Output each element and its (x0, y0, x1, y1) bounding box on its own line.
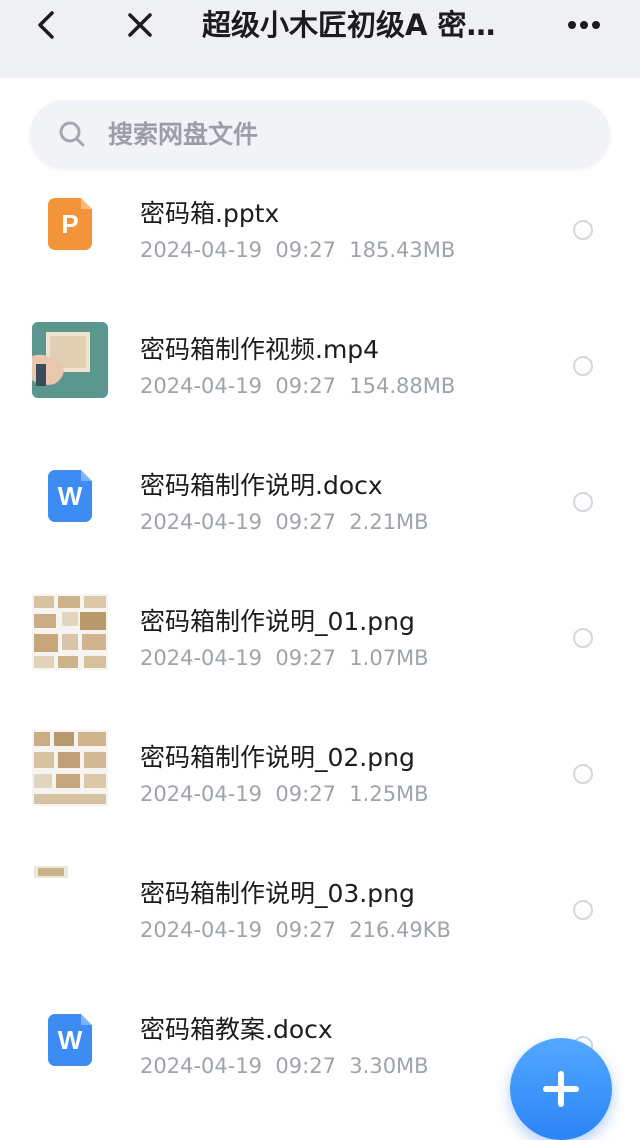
file-name: 密码箱制作说明_02.png (140, 743, 415, 772)
top-bar: 超级小木匠初级A 密… (0, 0, 640, 78)
select-radio[interactable] (573, 492, 593, 512)
file-meta: 2024-04-19 09:27 216.49KB (140, 918, 451, 942)
file-size: 154.88MB (349, 374, 456, 398)
file-meta: 2024-04-19 09:27 3.30MB (140, 1054, 429, 1078)
file-row[interactable]: 密码箱制作说明_01.png 2024-04-19 09:27 1.07MB (0, 588, 640, 724)
video-thumbnail (32, 322, 108, 398)
file-row[interactable]: P 密码箱.pptx 2024-04-19 09:27 185.43MB (0, 180, 640, 316)
more-horizontal-icon (568, 21, 600, 29)
file-meta: 2024-04-19 09:27 1.07MB (140, 646, 429, 670)
file-time: 09:27 (275, 918, 336, 942)
file-time: 09:27 (275, 782, 336, 806)
file-date: 2024-04-19 (140, 646, 263, 670)
file-name: 密码箱制作说明_01.png (140, 607, 415, 636)
more-button[interactable] (556, 0, 612, 50)
image-thumbnail (32, 594, 108, 670)
file-size: 1.25MB (349, 782, 429, 806)
file-date: 2024-04-19 (140, 782, 263, 806)
close-button[interactable] (116, 0, 164, 50)
file-date: 2024-04-19 (140, 918, 263, 942)
select-radio[interactable] (573, 900, 593, 920)
file-size: 1.07MB (349, 646, 429, 670)
file-time: 09:27 (275, 1054, 336, 1078)
select-radio[interactable] (573, 220, 593, 240)
file-date: 2024-04-19 (140, 374, 263, 398)
file-name: 密码箱制作说明.docx (140, 471, 383, 500)
file-size: 3.30MB (349, 1054, 429, 1078)
search-icon (58, 120, 86, 148)
close-icon (128, 13, 152, 37)
file-date: 2024-04-19 (140, 238, 263, 262)
file-name: 密码箱教案.docx (140, 1015, 333, 1044)
image-thumbnail (32, 866, 108, 942)
file-size: 2.21MB (349, 510, 429, 534)
file-time: 09:27 (275, 510, 336, 534)
select-radio[interactable] (573, 356, 593, 376)
word-file-icon: W (32, 1002, 108, 1078)
ppt-file-icon: P (32, 186, 108, 262)
file-list: P 密码箱.pptx 2024-04-19 09:27 185.43MB 密码箱… (0, 180, 640, 1100)
file-meta: 2024-04-19 09:27 1.25MB (140, 782, 429, 806)
file-size: 185.43MB (349, 238, 456, 262)
file-size: 216.49KB (349, 918, 451, 942)
file-meta: 2024-04-19 09:27 2.21MB (140, 510, 429, 534)
word-file-icon: W (32, 458, 108, 534)
file-name: 密码箱.pptx (140, 199, 280, 228)
file-name: 密码箱制作视频.mp4 (140, 335, 380, 364)
search-input[interactable] (106, 118, 570, 150)
search-bar[interactable] (30, 100, 610, 168)
select-radio[interactable] (573, 628, 593, 648)
page-title: 超级小木匠初级A 密… (202, 8, 496, 42)
file-time: 09:27 (275, 374, 336, 398)
file-row[interactable]: 密码箱制作说明_02.png 2024-04-19 09:27 1.25MB (0, 724, 640, 860)
add-button[interactable] (510, 1038, 612, 1140)
file-time: 09:27 (275, 238, 336, 262)
chevron-left-icon (38, 11, 54, 39)
file-row[interactable]: 密码箱制作视频.mp4 2024-04-19 09:27 154.88MB (0, 316, 640, 452)
file-name: 密码箱制作说明_03.png (140, 879, 415, 908)
file-time: 09:27 (275, 646, 336, 670)
select-radio[interactable] (573, 764, 593, 784)
file-row[interactable]: 密码箱制作说明_03.png 2024-04-19 09:27 216.49KB (0, 860, 640, 996)
back-button[interactable] (22, 0, 70, 50)
file-date: 2024-04-19 (140, 1054, 263, 1078)
image-thumbnail (32, 730, 108, 806)
file-row[interactable]: W 密码箱制作说明.docx 2024-04-19 09:27 2.21MB (0, 452, 640, 588)
file-meta: 2024-04-19 09:27 185.43MB (140, 238, 455, 262)
file-meta: 2024-04-19 09:27 154.88MB (140, 374, 455, 398)
file-date: 2024-04-19 (140, 510, 263, 534)
